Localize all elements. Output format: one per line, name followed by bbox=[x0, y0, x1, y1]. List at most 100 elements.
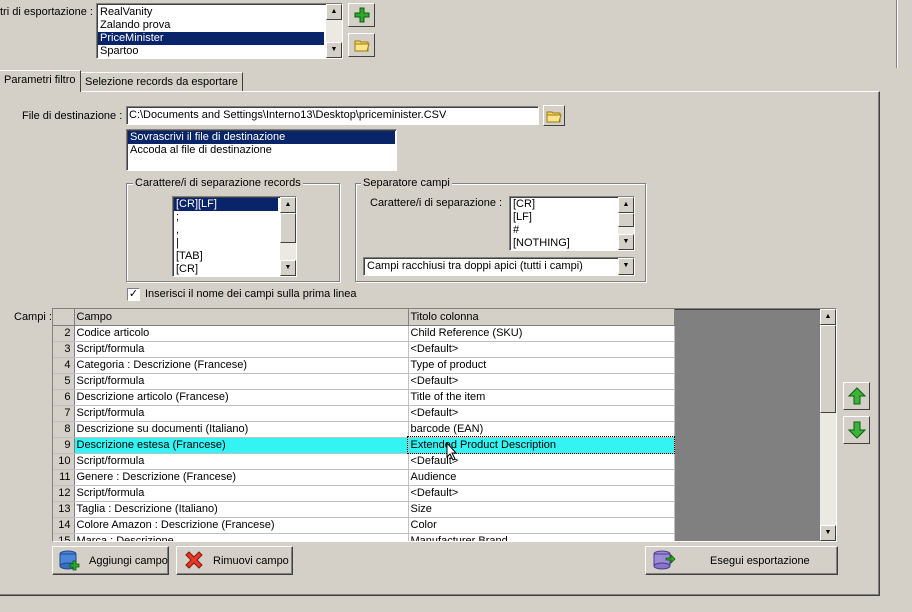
cell-campo[interactable]: Descrizione estesa (Francese) bbox=[74, 437, 409, 454]
column-header-campo[interactable]: Campo bbox=[74, 309, 409, 326]
chevron-down-icon[interactable]: ▼ bbox=[618, 258, 634, 275]
grid-corner bbox=[53, 309, 75, 326]
fields-sep-item[interactable]: [NOTHING] bbox=[511, 237, 616, 250]
tab-selezione-records[interactable]: Selezione records da esportare bbox=[80, 72, 243, 91]
cell-campo[interactable]: Script/formula bbox=[74, 405, 409, 422]
table-row[interactable]: 5 Script/formula <Default> bbox=[53, 373, 675, 390]
filter-item[interactable]: PriceMinister bbox=[98, 32, 324, 45]
add-field-button[interactable]: Aggiungi campo bbox=[52, 546, 169, 575]
cell-titolo[interactable]: Child Reference (SKU) bbox=[408, 325, 675, 342]
remove-field-button[interactable]: Rimuovi campo bbox=[176, 546, 293, 575]
filter-item[interactable]: RealVanity bbox=[98, 6, 324, 19]
filter-item[interactable]: Spartoo bbox=[98, 45, 324, 58]
cell-titolo[interactable]: Color bbox=[408, 517, 675, 534]
scroll-up-icon[interactable]: ▲ bbox=[618, 197, 634, 213]
dest-mode-item[interactable]: Sovrascrivi il file di destinazione bbox=[128, 131, 395, 144]
records-sep-scrollbar[interactable]: ▲ ▼ bbox=[280, 197, 296, 276]
browse-dest-button[interactable] bbox=[543, 105, 565, 126]
table-row[interactable]: 13 Taglia : Descrizione (Italiano) Size bbox=[53, 501, 675, 518]
open-filter-button[interactable] bbox=[348, 33, 375, 57]
cell-titolo[interactable]: Title of the item bbox=[408, 389, 675, 406]
quote-option-select[interactable]: Campi racchiusi tra doppi apici (tutti i… bbox=[363, 257, 635, 276]
scroll-down-icon[interactable]: ▼ bbox=[820, 525, 836, 541]
scroll-down-icon[interactable]: ▼ bbox=[280, 260, 296, 276]
fields-sep-item[interactable]: # bbox=[511, 224, 616, 237]
filter-item[interactable]: Zalando prova bbox=[98, 19, 324, 32]
table-row[interactable]: 3 Script/formula <Default> bbox=[53, 341, 675, 358]
move-down-button[interactable] bbox=[843, 416, 870, 444]
records-sep-item[interactable]: [CR][LF] bbox=[174, 198, 278, 211]
move-up-button[interactable] bbox=[843, 382, 870, 410]
table-row[interactable]: 8 Descrizione su documenti (Italiano) barc… bbox=[53, 421, 675, 438]
fields-sep-item[interactable]: [LF] bbox=[511, 211, 616, 224]
records-sep-item[interactable]: [CR] bbox=[174, 263, 278, 276]
folder-icon bbox=[354, 40, 370, 52]
cell-titolo[interactable]: <Default> bbox=[408, 485, 675, 502]
scroll-thumb[interactable] bbox=[820, 325, 836, 413]
add-filter-button[interactable] bbox=[348, 3, 375, 27]
scroll-down-icon[interactable]: ▼ bbox=[618, 234, 634, 250]
scroll-up-icon[interactable]: ▲ bbox=[820, 309, 836, 325]
dest-mode-listbox[interactable]: Sovrascrivi il file di destinazione Accod… bbox=[126, 129, 397, 171]
scroll-thumb[interactable] bbox=[280, 213, 296, 243]
records-sep-item[interactable]: ; bbox=[174, 211, 278, 224]
fields-sep-listbox[interactable]: [CR] [LF] # [NOTHING] ▲ ▼ bbox=[509, 196, 635, 251]
cell-titolo[interactable]: Audience bbox=[408, 469, 675, 486]
cell-campo[interactable]: Descrizione su documenti (Italiano) bbox=[74, 421, 409, 438]
fields-sep-item[interactable]: [CR] bbox=[511, 198, 616, 211]
fields-table: Campo Titolo colonna 2 Codice articolo Chi… bbox=[53, 309, 675, 541]
cell-campo[interactable]: Categoria : Descrizione (Francese) bbox=[74, 357, 409, 374]
cell-titolo[interactable]: Size bbox=[408, 501, 675, 518]
records-sep-item[interactable]: [TAB] bbox=[174, 250, 278, 263]
records-sep-item[interactable]: , bbox=[174, 224, 278, 237]
filters-listbox[interactable]: RealVanity Zalando prova PriceMinister Spar… bbox=[96, 3, 343, 59]
scroll-down-icon[interactable]: ▼ bbox=[326, 42, 342, 58]
cell-titolo[interactable]: <Default> bbox=[408, 373, 675, 390]
table-row[interactable]: 15 Marca : Descrizione Manufacturer Brand bbox=[53, 533, 675, 541]
table-row[interactable]: 12 Script/formula <Default> bbox=[53, 485, 675, 502]
cell-titolo[interactable]: Manufacturer Brand bbox=[408, 533, 675, 541]
cell-campo[interactable]: Colore Amazon : Descrizione (Francese) bbox=[74, 517, 409, 534]
quote-option-value: Campi racchiusi tra doppi apici (tutti i… bbox=[367, 260, 583, 272]
table-row[interactable]: 10 Script/formula <Default> bbox=[53, 453, 675, 470]
table-row[interactable]: 2 Codice articolo Child Reference (SKU) bbox=[53, 325, 675, 342]
cell-campo[interactable]: Script/formula bbox=[74, 453, 409, 470]
cell-titolo[interactable]: <Default> bbox=[408, 341, 675, 358]
fields-sep-scrollbar[interactable]: ▲ ▼ bbox=[618, 197, 634, 250]
cell-campo[interactable]: Marca : Descrizione bbox=[74, 533, 409, 541]
records-sep-title: Carattere/i di separazione records bbox=[133, 177, 303, 189]
run-export-button[interactable]: Esegui esportazione bbox=[645, 546, 838, 575]
cell-campo[interactable]: Descrizione articolo (Francese) bbox=[74, 389, 409, 406]
table-row[interactable]: 9 Descrizione estesa (Francese) Extended P… bbox=[53, 436, 675, 454]
export-database-icon bbox=[653, 550, 676, 569]
table-row[interactable]: 14 Colore Amazon : Descrizione (Francese)… bbox=[53, 517, 675, 534]
records-sep-item[interactable]: | bbox=[174, 237, 278, 250]
scroll-up-icon[interactable]: ▲ bbox=[280, 197, 296, 213]
tab-parametri-filtro[interactable]: Parametri filtro bbox=[0, 70, 81, 92]
cell-campo[interactable]: Taglia : Descrizione (Italiano) bbox=[74, 501, 409, 518]
column-header-titolo[interactable]: Titolo colonna bbox=[408, 309, 675, 326]
header-checkbox[interactable]: ✓ bbox=[127, 288, 140, 301]
table-row[interactable]: 4 Categoria : Descrizione (Francese) Type … bbox=[53, 357, 675, 374]
table-row[interactable]: 11 Genere : Descrizione (Francese) Audienc… bbox=[53, 469, 675, 486]
dest-path-input[interactable]: C:\Documents and Settings\Interno13\Desk… bbox=[126, 106, 539, 125]
cell-campo[interactable]: Script/formula bbox=[74, 485, 409, 502]
dest-mode-item[interactable]: Accoda al file di destinazione bbox=[128, 144, 395, 157]
table-row[interactable]: 7 Script/formula <Default> bbox=[53, 405, 675, 422]
cell-campo[interactable]: Codice articolo bbox=[74, 325, 409, 342]
cell-titolo[interactable]: barcode (EAN) bbox=[408, 421, 675, 438]
remove-field-label: Rimuovi campo bbox=[213, 554, 289, 567]
table-row[interactable]: 6 Descrizione articolo (Francese) Title of… bbox=[53, 389, 675, 406]
fields-grid[interactable]: Campo Titolo colonna 2 Codice articolo Chi… bbox=[52, 308, 837, 542]
cell-campo[interactable]: Script/formula bbox=[74, 373, 409, 390]
grid-scrollbar[interactable]: ▲ ▼ bbox=[820, 309, 836, 541]
cell-titolo[interactable]: <Default> bbox=[408, 405, 675, 422]
scroll-thumb[interactable] bbox=[618, 213, 634, 227]
cell-campo[interactable]: Genere : Descrizione (Francese) bbox=[74, 469, 409, 486]
cell-campo[interactable]: Script/formula bbox=[74, 341, 409, 358]
scroll-up-icon[interactable]: ▲ bbox=[326, 4, 342, 20]
filters-scrollbar[interactable]: ▲ ▼ bbox=[326, 4, 342, 58]
records-sep-listbox[interactable]: [CR][LF];, | [TAB] [CR] ▲ ▼ bbox=[172, 196, 297, 277]
window-right-edge-light bbox=[897, 0, 898, 68]
cell-titolo[interactable]: Type of product bbox=[408, 357, 675, 374]
